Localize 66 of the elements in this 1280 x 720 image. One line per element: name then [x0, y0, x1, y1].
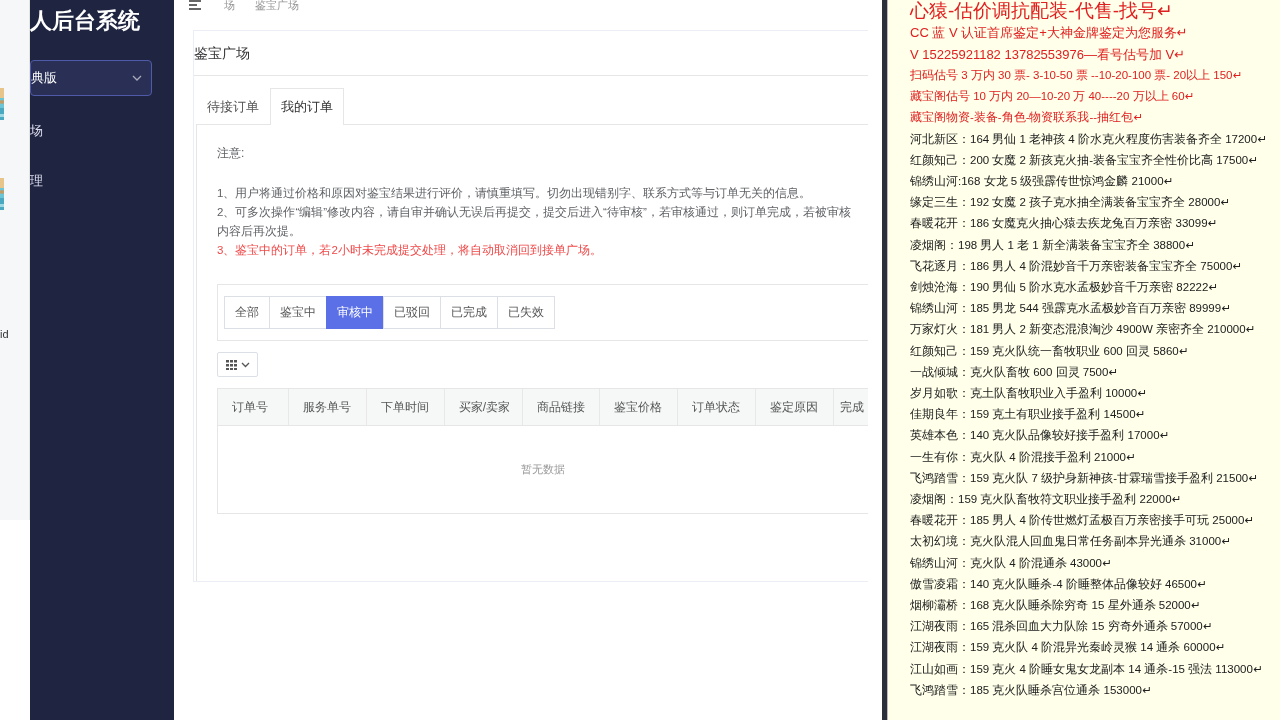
- document-line: 江湖夜雨：159 克火队 4 阶混异光秦岭灵猴 14 通杀 60000↵: [910, 640, 1227, 656]
- tab[interactable]: 待接订单: [196, 88, 270, 125]
- tab[interactable]: 我的订单: [270, 88, 344, 125]
- document-line: 剑烛沧海：190 男仙 5 阶水克水孟极妙音千万亲密 82222↵: [910, 280, 1219, 296]
- label: id: [0, 328, 9, 340]
- document-line: 傲雪凌霜：140 克火队睡杀-4 阶睡整体品像较好 46500↵: [910, 576, 1208, 592]
- document-line: 锦绣山河：克火队 4 阶混通杀 43000↵: [910, 555, 1113, 571]
- app-title: 人后台系统: [30, 7, 141, 35]
- document-line: 红颜知己：200 女魔 2 新孩克火抽-装备宝宝齐全性价比高 17500↵: [910, 152, 1259, 168]
- document-line: 凌烟阁：159 克火队畜牧符文职业接手盈利 22000↵: [910, 492, 1183, 508]
- empty-text: 暂无数据: [521, 462, 565, 477]
- column-header: 订单状态: [678, 389, 757, 425]
- document-line: 藏宝阁物资-装备-角色-物资联系我--抽红包↵: [910, 110, 1144, 126]
- document-line: 扫码估号 3 万内 30 票- 3-10-50 票 --10-20-100 票- 20以上 150↵: [910, 68, 1244, 83]
- document-line: V 15225921182 13782553976—看号估号加 V↵: [910, 45, 1187, 64]
- sidebar-item[interactable]: 场: [30, 106, 174, 156]
- document-line: 红颜知己：159 克火队统一畜牧职业 600 回灵 5860↵: [910, 343, 1190, 359]
- column-header: 完成: [839, 398, 865, 416]
- notice-text: 内容后再次提。: [217, 224, 302, 239]
- columns-button[interactable]: [217, 352, 258, 377]
- document-line: 万家灯火：181 男人 2 新变态混浪淘沙 4900W 亲密齐全 210000↵: [910, 322, 1257, 338]
- document-line: 岁月如歌：克土队畜牧职业入手盈利 10000↵: [910, 386, 1148, 402]
- document-line: 心猿-估价调抗配装-代售-找号↵: [910, 0, 1174, 22]
- document-line: 佳期良年：159 克土有职业接手盈利 14500↵: [910, 407, 1147, 423]
- notice-text: 2、可多次操作“编辑”修改内容，请自审并确认无误后再提交，提交后进入“待审核”，若审核通过，则订单完成，若被审核: [217, 205, 852, 220]
- document-line: 烟柳灞桥：168 克火队睡杀除穷奇 15 星外通杀 52000↵: [910, 598, 1202, 614]
- notice-text: 3、鉴宝中的订单，若2小时未完成提交处理，将自动取消回到接单广场。: [217, 243, 603, 258]
- document-line: 春暖花开：185 男人 4 阶传世燃灯孟极百万亲密接手可玩 25000↵: [910, 513, 1255, 529]
- page-title: 鉴宝广场: [194, 45, 250, 61]
- filter-button[interactable]: 已驳回: [383, 296, 441, 329]
- notice-heading: 注意:: [217, 145, 246, 162]
- column-header: 下单时间: [366, 389, 445, 425]
- notice-text: 1、用户将通过价格和原因对鉴宝结果进行评价，请慎重填写。切勿出现错别字、联系方式等与订单无关的信息。: [217, 186, 813, 201]
- document-line: 飞花逐月：186 男人 4 阶混妙音千万亲密装备宝宝齐全 75000↵: [910, 258, 1243, 274]
- document-line: 缘定三生：192 女魔 2 孩子克水抽全满装备宝宝齐全 28000↵: [910, 195, 1231, 211]
- filter-button[interactable]: 已完成: [440, 296, 498, 329]
- column-header: 服务单号: [288, 389, 367, 425]
- document-line: 一战倾城：克火队畜牧 600 回灵 7500↵: [910, 364, 1119, 380]
- document-line: 飞鸿踏雪：159 克火队 7 级护身新神孩-甘霖瑞雪接手盈利 21500↵: [910, 470, 1259, 486]
- filter-button[interactable]: 审核中: [326, 296, 384, 329]
- document-line: 江山如画：159 克火 4 阶睡女鬼女龙副本 14 通杀-15 强法 113000↵: [910, 661, 1264, 677]
- document-line: 一生有你：克火队 4 阶混接手盈利 21000↵: [910, 449, 1137, 465]
- filter-button[interactable]: 已失效: [497, 296, 555, 329]
- version-select[interactable]: 典版: [30, 60, 152, 96]
- document-line: 太初幻境：克火队混人回血鬼日常任务副本异光通杀 31000↵: [910, 534, 1232, 550]
- grid-icon: [225, 359, 237, 370]
- document-line: 藏宝阁估号 10 万内 20—10-20 万 40----20 万以上 60↵: [910, 89, 1196, 105]
- document-line: 凌烟阁：198 男人 1 老 1 新全满装备宝宝齐全 38800↵: [910, 237, 1196, 253]
- document-line: 春暖花开：186 女魔克火抽心猿去疾龙兔百万亲密 33099↵: [910, 216, 1219, 232]
- column-header: 鉴宝价格: [600, 389, 679, 425]
- menu-icon[interactable]: [188, 0, 204, 10]
- document-line: 江湖夜雨：165 混杀回血大力队除 15 穷奇外通杀 57000↵: [910, 619, 1214, 635]
- column-header: 买家/卖家: [444, 389, 523, 425]
- document-line: 英雄本色：140 克火队品像较好接手盈利 17000↵: [910, 428, 1171, 444]
- column-header: 订单号: [218, 389, 289, 425]
- column-header: 鉴定原因: [756, 389, 834, 425]
- sidebar-item[interactable]: 理: [30, 156, 174, 206]
- column-header: 商品链接: [522, 389, 601, 425]
- document-line: CC 蓝 V 认证首席鉴定+大神金牌鉴定为您服务↵: [910, 24, 1189, 42]
- filter-button[interactable]: 鉴宝中: [269, 296, 327, 329]
- document-line: 锦绣山河：185 男龙 544 强霹克水孟极妙音百万亲密 89999↵: [910, 301, 1232, 317]
- document-line: 飞鸿踏雪：185 克火队睡杀宫位通杀 153000↵: [910, 682, 1153, 698]
- chevron-down-icon: [240, 361, 250, 368]
- document-line: 河北新区：164 男仙 1 老神孩 4 阶水克火程度伤害装备齐全 17200↵: [910, 131, 1268, 147]
- filter-button[interactable]: 全部: [224, 296, 270, 329]
- document-line: 锦绣山河:168 女龙 5 级强霹传世惊鸿金麟 21000↵: [910, 174, 1175, 189]
